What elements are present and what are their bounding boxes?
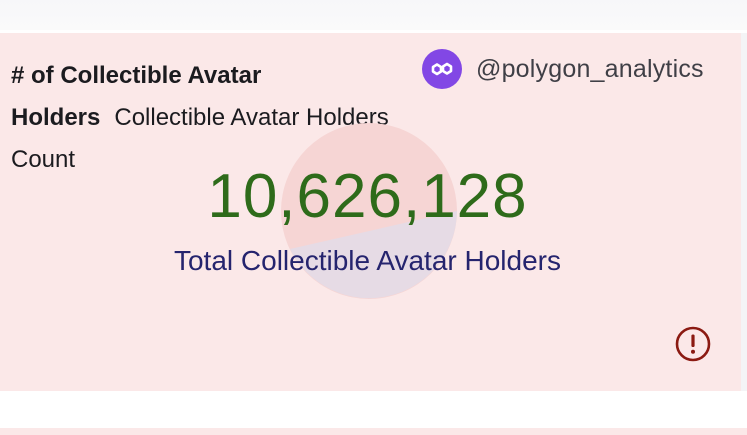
top-strip [0,0,747,30]
brand-handle[interactable]: @polygon_analytics [476,55,704,84]
alert-icon[interactable] [675,326,711,362]
metric-value: 10,626,128 [207,162,528,231]
next-card-edge [0,428,747,435]
brand-attribution[interactable]: @polygon_analytics [422,49,704,89]
counter-card: # of Collectible Avatar Holders Collectib… [0,33,741,391]
polygon-logo-icon [422,49,462,89]
metric-caption: Total Collectible Avatar Holders [173,245,561,276]
scrollbar-track [741,33,747,391]
